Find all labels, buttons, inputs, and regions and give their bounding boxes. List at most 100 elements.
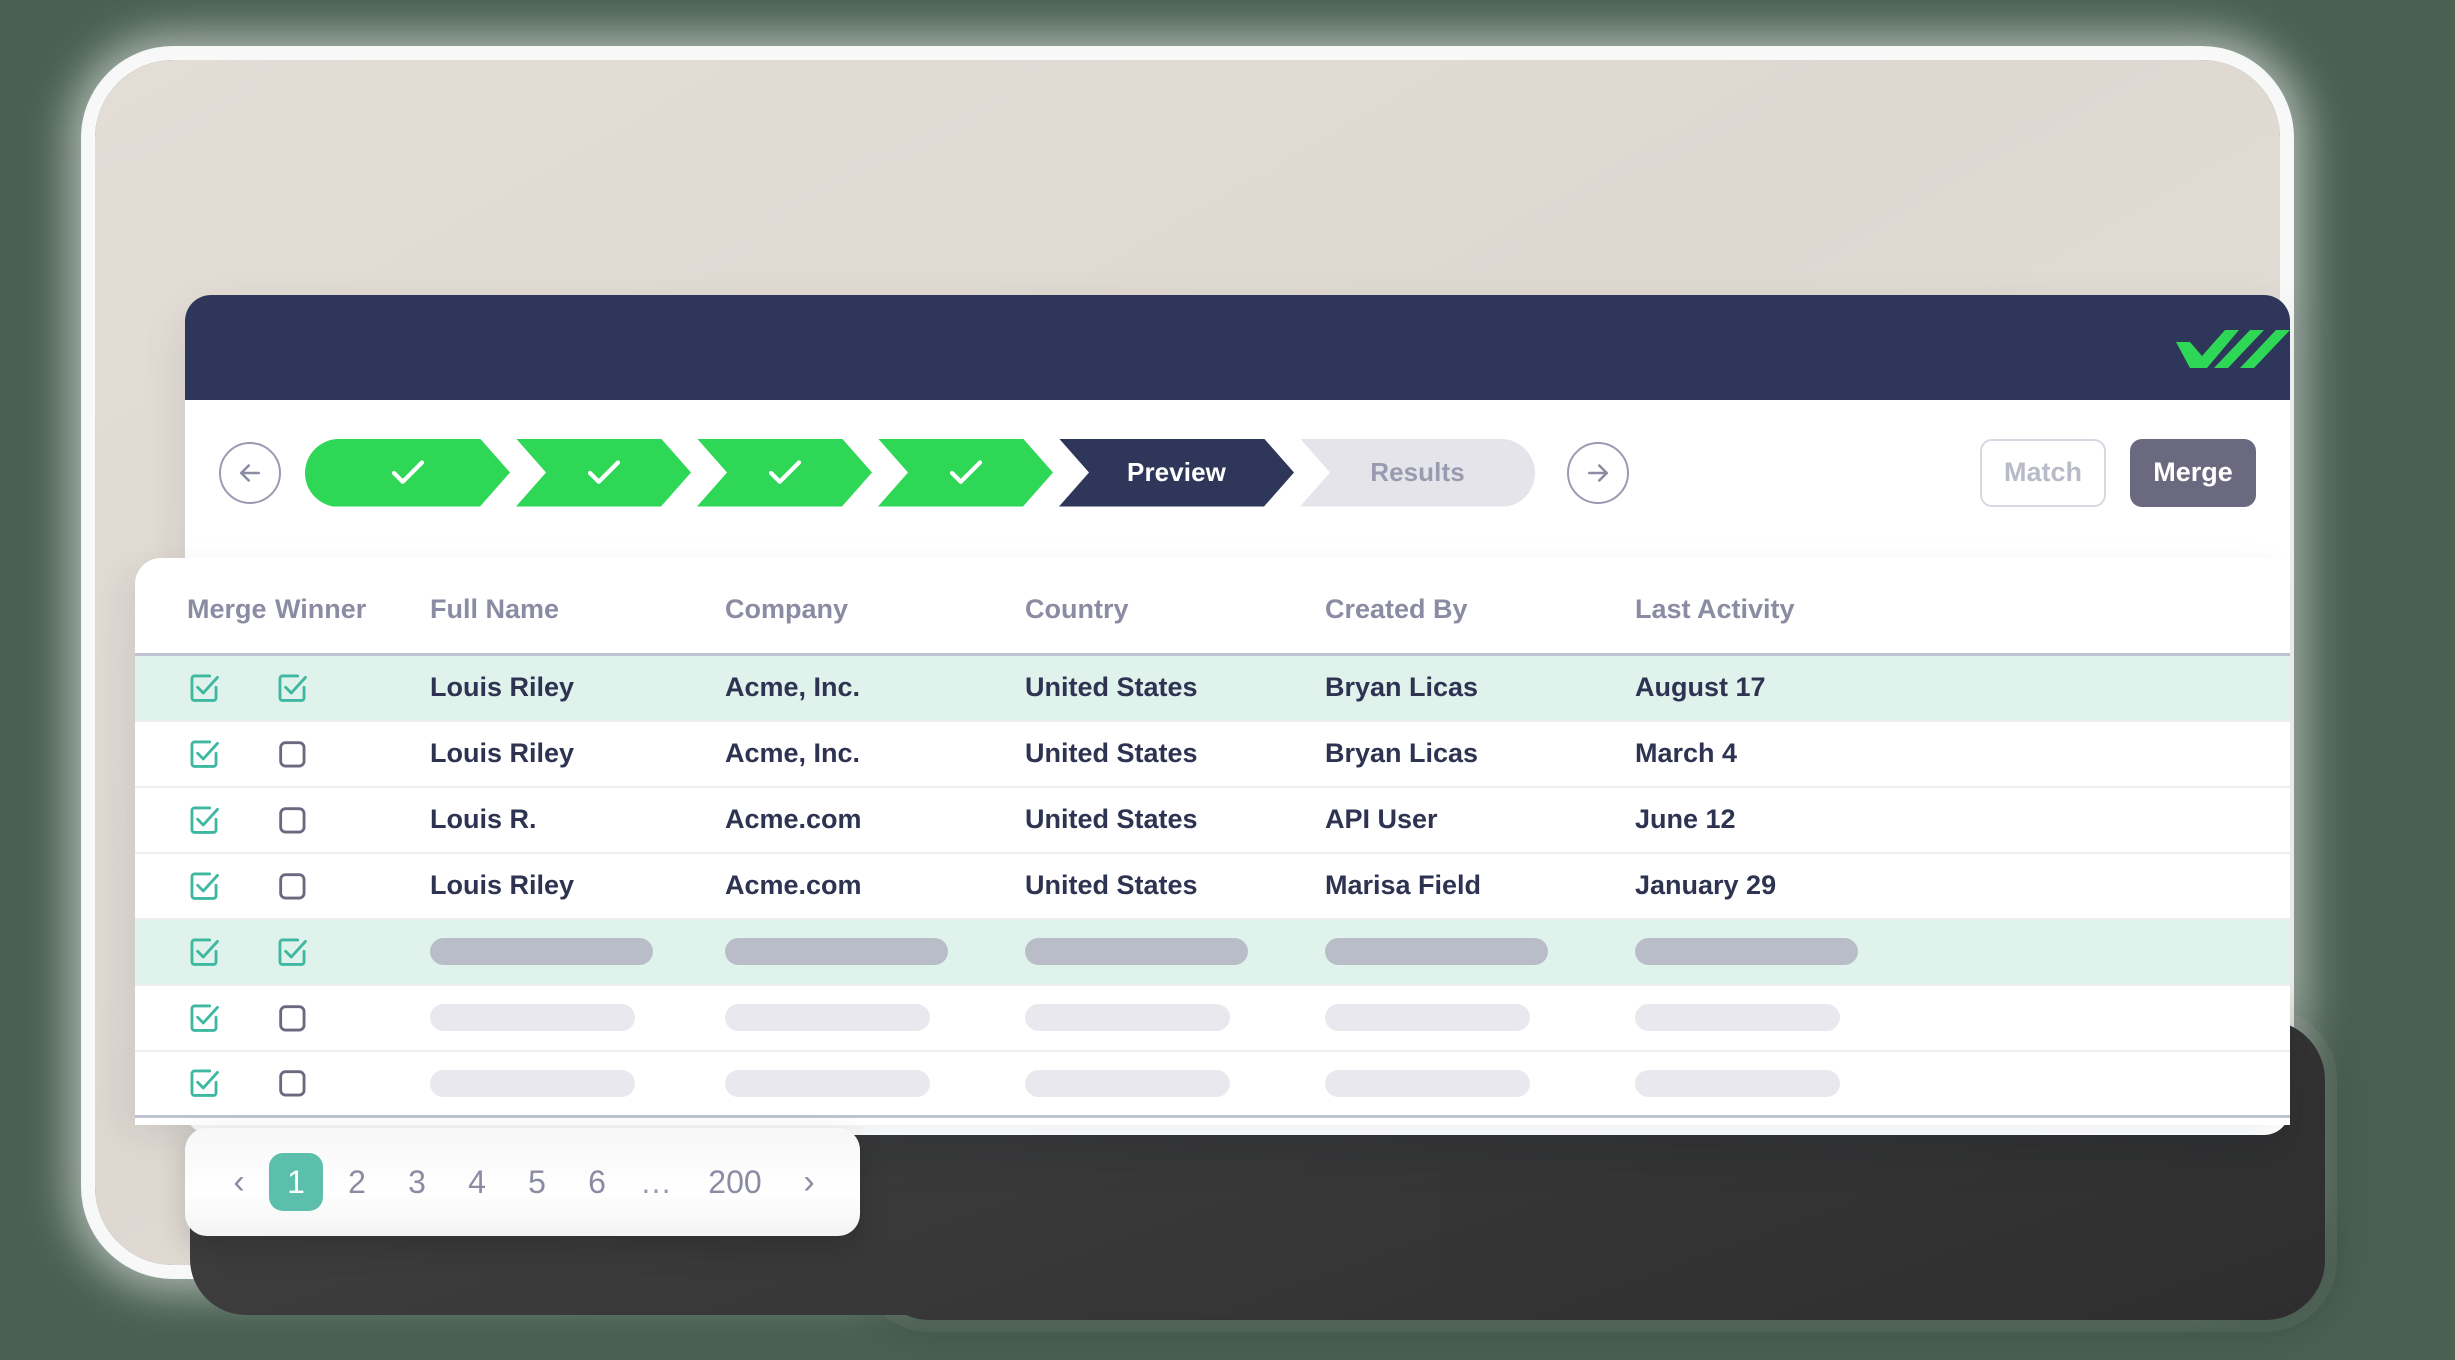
cell-created-by — [1325, 984, 1635, 1052]
match-button[interactable]: Match — [1980, 438, 2106, 507]
wizard-step-2[interactable] — [516, 439, 691, 507]
cell-merge-checkbox[interactable] — [135, 918, 275, 986]
table-row[interactable] — [135, 1050, 2290, 1118]
pagination-ellipsis: … — [640, 1163, 674, 1200]
cell-full-name: Louis Riley — [430, 654, 725, 722]
cell-country: United States — [1025, 654, 1325, 722]
table-row[interactable]: Louis R. Acme.com United States API User Jun… — [135, 786, 2290, 854]
wizard-step-preview-label: Preview — [1127, 457, 1226, 487]
cell-last-activity: June 12 — [1635, 786, 2290, 854]
cell-merge-checkbox[interactable] — [135, 786, 275, 854]
cell-full-name: Louis R. — [430, 786, 725, 854]
column-header-full-name[interactable]: Full Name — [430, 558, 725, 656]
cell-country — [1025, 1050, 1325, 1118]
skeleton-bar — [1325, 1004, 1530, 1031]
cell-winner-checkbox[interactable] — [275, 1050, 430, 1118]
skeleton-bar — [430, 1069, 635, 1097]
pagination-page-5[interactable]: 5 — [511, 1153, 563, 1211]
back-button[interactable] — [219, 441, 281, 504]
cell-merge-checkbox[interactable] — [135, 654, 275, 722]
checkbox-unchecked-icon — [279, 1070, 306, 1097]
table-row[interactable]: Louis Riley Acme, Inc. United States Bryan … — [135, 654, 2290, 722]
wizard-step-1[interactable] — [305, 439, 510, 507]
cell-full-name — [430, 1050, 725, 1118]
cell-winner-checkbox[interactable] — [275, 786, 430, 854]
checkbox-checked-icon — [190, 1069, 219, 1098]
cell-created-by: API User — [1325, 786, 1635, 854]
check-icon — [945, 452, 987, 494]
column-header-merge[interactable]: Merge — [135, 558, 275, 656]
cell-country: United States — [1025, 720, 1325, 788]
column-header-last-activity[interactable]: Last Activity — [1635, 558, 2290, 656]
cell-country: United States — [1025, 852, 1325, 920]
cell-last-activity — [1635, 918, 2290, 986]
skeleton-bar — [1635, 1004, 1840, 1031]
cell-company — [725, 984, 1025, 1052]
cell-winner-checkbox[interactable] — [275, 918, 430, 986]
screenshot-stage: Preview Results Match Merge Merge Winner… — [0, 0, 2455, 1360]
cell-last-activity: January 29 — [1635, 852, 2290, 920]
table-row[interactable] — [135, 984, 2290, 1052]
skeleton-bar — [1025, 1004, 1230, 1031]
checkbox-unchecked-icon — [279, 806, 306, 833]
column-header-winner[interactable]: Winner — [275, 558, 430, 656]
checkbox-unchecked-icon — [279, 1004, 306, 1031]
wide-chevrons-logo-icon — [2176, 329, 2290, 368]
column-header-company[interactable]: Company — [725, 558, 1025, 656]
skeleton-bar — [1025, 938, 1248, 965]
cell-winner-checkbox[interactable] — [275, 852, 430, 920]
pagination-page-6[interactable]: 6 — [571, 1153, 623, 1211]
cell-winner-checkbox[interactable] — [275, 984, 430, 1052]
next-button[interactable] — [1567, 441, 1629, 504]
wizard-step-results[interactable]: Results — [1300, 438, 1535, 507]
skeleton-bar — [430, 938, 653, 965]
table-row[interactable]: Louis Riley Acme, Inc. United States Bryan … — [135, 720, 2290, 788]
merge-button[interactable]: Merge — [2130, 438, 2256, 507]
wizard-step-4[interactable] — [878, 439, 1053, 507]
cell-merge-checkbox[interactable] — [135, 720, 275, 788]
pagination-page-2[interactable]: 2 — [331, 1153, 383, 1211]
pagination-page-200[interactable]: 200 — [691, 1153, 779, 1211]
checkbox-checked-icon — [278, 938, 307, 966]
checkbox-checked-icon — [190, 872, 219, 900]
checkbox-unchecked-icon — [279, 740, 306, 767]
pagination-bar: ‹ 1 2 3 4 5 6 … 200 › — [185, 1128, 860, 1236]
skeleton-bar — [725, 938, 948, 965]
cell-country — [1025, 918, 1325, 986]
cell-company: Acme.com — [725, 786, 1025, 854]
cell-created-by — [1325, 918, 1635, 986]
table-body: Louis Riley Acme, Inc. United States Bryan … — [135, 654, 2290, 1118]
pagination-page-3[interactable]: 3 — [391, 1153, 443, 1211]
cell-merge-checkbox[interactable] — [135, 1050, 275, 1118]
wizard-step-3[interactable] — [697, 439, 872, 507]
pagination-prev[interactable]: ‹ — [217, 1153, 261, 1211]
arrow-left-icon — [240, 463, 260, 482]
cell-company: Acme, Inc. — [725, 654, 1025, 722]
table-row[interactable] — [135, 918, 2290, 986]
pagination-page-4[interactable]: 4 — [451, 1153, 503, 1211]
cell-last-activity: August 17 — [1635, 654, 2290, 722]
checkbox-checked-icon — [190, 1004, 219, 1032]
arrow-right-icon — [1588, 463, 1608, 482]
skeleton-bar — [1325, 1069, 1530, 1097]
column-header-country[interactable]: Country — [1025, 558, 1325, 656]
cell-winner-checkbox[interactable] — [275, 654, 430, 722]
pagination-page-1[interactable]: 1 — [269, 1153, 323, 1211]
cell-merge-checkbox[interactable] — [135, 984, 275, 1052]
column-header-created-by[interactable]: Created By — [1325, 558, 1635, 656]
wizard-step-preview[interactable]: Preview — [1059, 439, 1294, 507]
pagination-next[interactable]: › — [787, 1153, 831, 1211]
cell-merge-checkbox[interactable] — [135, 852, 275, 920]
checkbox-checked-icon — [190, 740, 219, 768]
cell-winner-checkbox[interactable] — [275, 720, 430, 788]
table-row[interactable]: Louis Riley Acme.com United States Marisa F… — [135, 852, 2290, 920]
check-icon — [583, 452, 625, 494]
checkbox-checked-icon — [190, 938, 219, 966]
toolbar-actions: Match Merge — [1980, 438, 2256, 507]
cell-full-name — [430, 918, 725, 986]
skeleton-bar — [725, 1069, 930, 1097]
cell-company: Acme.com — [725, 852, 1025, 920]
wizard-stepper: Preview Results — [305, 438, 1541, 507]
skeleton-bar — [1635, 938, 1858, 965]
cell-company — [725, 918, 1025, 986]
